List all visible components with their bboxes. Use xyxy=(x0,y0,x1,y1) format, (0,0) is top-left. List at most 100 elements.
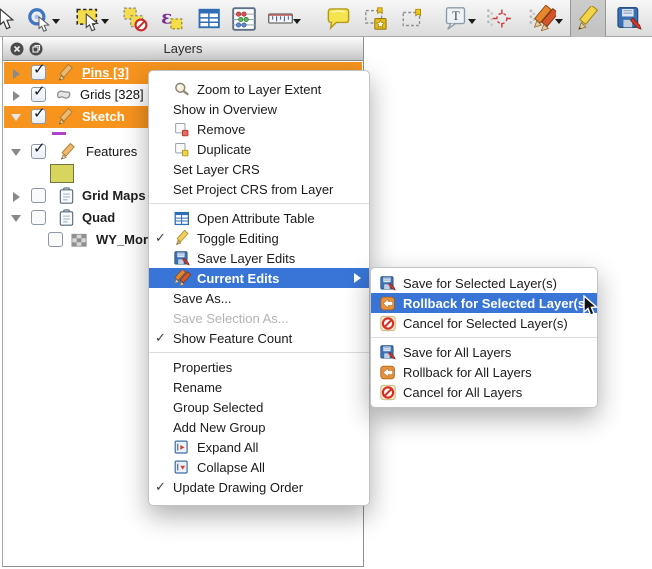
group-icon xyxy=(57,187,76,206)
layer-checkbox[interactable]: ✓ xyxy=(31,65,46,80)
line-symbol-swatch[interactable] xyxy=(52,132,66,135)
check-icon: ✓ xyxy=(155,479,173,495)
cancel-icon xyxy=(379,384,397,401)
group-label: Grid Maps xyxy=(82,188,146,203)
menu-separator xyxy=(149,352,369,353)
current-edits-submenu: Save for Selected Layer(s) Rollback for … xyxy=(370,267,598,408)
dropdown-arrow-icon[interactable] xyxy=(555,19,563,24)
layers-panel-header[interactable]: Layers xyxy=(3,37,363,61)
group-label: Quad xyxy=(82,210,115,225)
measure-button[interactable] xyxy=(263,3,297,34)
duplicate-icon xyxy=(173,141,191,158)
collapse-all-icon xyxy=(173,459,191,476)
submenu-item-cancel-selected[interactable]: Cancel for Selected Layer(s) xyxy=(371,313,597,333)
pencil-icon xyxy=(56,108,75,127)
pencil-icon xyxy=(56,64,75,83)
select-features-button[interactable] xyxy=(71,3,105,34)
menu-item-show-in-overview[interactable]: Show in Overview xyxy=(149,99,369,119)
pencil-icon xyxy=(58,143,77,162)
menu-separator xyxy=(149,203,369,204)
submenu-arrow-icon xyxy=(354,273,361,283)
map-tips-button[interactable] xyxy=(321,3,355,34)
menu-item-add-new-group[interactable]: Add New Group xyxy=(149,417,369,437)
layer-checkbox[interactable]: ✓ xyxy=(31,87,46,102)
fill-symbol-swatch[interactable] xyxy=(50,164,74,183)
menu-item-save-selection-as: Save Selection As... xyxy=(149,308,369,328)
menu-item-save-layer-edits[interactable]: Save Layer Edits xyxy=(149,248,369,268)
layer-label: Features xyxy=(86,144,137,159)
deselect-features-button[interactable] xyxy=(118,3,152,34)
menu-item-toggle-editing[interactable]: ✓ Toggle Editing xyxy=(149,228,369,248)
check-icon: ✓ xyxy=(155,230,173,246)
menu-item-save-as[interactable]: Save As... xyxy=(149,288,369,308)
save-layer-edits-button[interactable] xyxy=(612,3,646,34)
submenu-item-cancel-all[interactable]: Cancel for All Layers xyxy=(371,382,597,402)
check-icon: ✓ xyxy=(33,82,46,100)
identify-features-button[interactable] xyxy=(22,3,56,34)
select-by-expression-button[interactable] xyxy=(155,3,189,34)
snapping-options-button[interactable] xyxy=(481,3,515,34)
expander-collapsed-icon[interactable] xyxy=(13,69,20,79)
expander-expanded-icon[interactable] xyxy=(11,149,21,156)
text-annotation-button[interactable] xyxy=(438,3,472,34)
dropdown-arrow-icon[interactable] xyxy=(468,19,476,24)
menu-item-set-layer-crs[interactable]: Set Layer CRS xyxy=(149,159,369,179)
submenu-item-save-selected[interactable]: Save for Selected Layer(s) xyxy=(371,273,597,293)
rollback-icon xyxy=(379,295,397,312)
menu-item-rename[interactable]: Rename xyxy=(149,377,369,397)
submenu-item-rollback-all[interactable]: Rollback for All Layers xyxy=(371,362,597,382)
floppy-pencil-icon xyxy=(173,250,191,267)
save-icon xyxy=(379,344,397,361)
menu-item-collapse-all[interactable]: Collapse All xyxy=(149,457,369,477)
show-bookmarks-button[interactable] xyxy=(396,3,430,34)
dropdown-arrow-icon[interactable] xyxy=(293,19,301,24)
select-rectangle-icon xyxy=(75,5,102,32)
submenu-item-save-all[interactable]: Save for All Layers xyxy=(371,342,597,362)
layer-checkbox[interactable] xyxy=(48,232,63,247)
new-bookmark-button[interactable] xyxy=(359,3,393,34)
layer-checkbox[interactable] xyxy=(31,210,46,225)
menu-item-show-feature-count[interactable]: ✓ Show Feature Count xyxy=(149,328,369,348)
layer-checkbox[interactable] xyxy=(31,188,46,203)
floppy-pencil-icon xyxy=(616,5,643,32)
menu-item-current-edits[interactable]: Current Edits xyxy=(149,268,369,288)
speech-bubble-icon xyxy=(325,5,352,32)
dropdown-arrow-icon[interactable] xyxy=(52,19,60,24)
menu-item-update-drawing-order[interactable]: ✓ Update Drawing Order xyxy=(149,477,369,497)
bookmark-star-icon xyxy=(363,5,390,32)
menu-item-group-selected[interactable]: Group Selected xyxy=(149,397,369,417)
menu-item-zoom-to-layer-extent[interactable]: Zoom to Layer Extent xyxy=(149,79,369,99)
expander-collapsed-icon[interactable] xyxy=(13,91,20,101)
check-icon: ✓ xyxy=(33,139,46,157)
open-attribute-table-button[interactable] xyxy=(192,3,226,34)
bookmark-icon xyxy=(400,6,426,32)
raster-icon xyxy=(70,231,89,250)
layer-checkbox[interactable]: ✓ xyxy=(31,109,46,124)
menu-item-open-attribute-table[interactable]: Open Attribute Table xyxy=(149,208,369,228)
pencil-icon xyxy=(575,6,601,32)
dropdown-arrow-icon[interactable] xyxy=(101,19,109,24)
expander-collapsed-icon[interactable] xyxy=(13,192,20,202)
menu-item-set-project-crs[interactable]: Set Project CRS from Layer xyxy=(149,179,369,199)
mouse-cursor-icon xyxy=(582,295,600,317)
text-annotation-icon xyxy=(442,5,469,32)
field-calculator-button[interactable] xyxy=(227,3,261,34)
float-panel-icon[interactable] xyxy=(29,42,43,56)
menu-item-expand-all[interactable]: Expand All xyxy=(149,437,369,457)
submenu-item-rollback-selected[interactable]: Rollback for Selected Layer(s) xyxy=(371,293,597,313)
check-icon: ✓ xyxy=(33,104,46,122)
menu-item-properties[interactable]: Properties xyxy=(149,357,369,377)
menu-item-remove[interactable]: Remove xyxy=(149,119,369,139)
layer-label: Grids [328] xyxy=(80,87,144,102)
expander-expanded-icon[interactable] xyxy=(11,215,21,222)
layer-checkbox[interactable]: ✓ xyxy=(31,144,46,159)
editing-tools-button[interactable] xyxy=(525,3,559,34)
menu-item-duplicate[interactable]: Duplicate xyxy=(149,139,369,159)
toggle-editing-button[interactable] xyxy=(570,0,606,37)
save-icon xyxy=(379,275,397,292)
check-icon: ✓ xyxy=(155,330,173,346)
layer-label: Sketch xyxy=(82,109,125,124)
identify-icon xyxy=(26,6,52,32)
close-panel-icon[interactable] xyxy=(10,42,24,56)
expander-expanded-icon[interactable] xyxy=(11,114,21,121)
